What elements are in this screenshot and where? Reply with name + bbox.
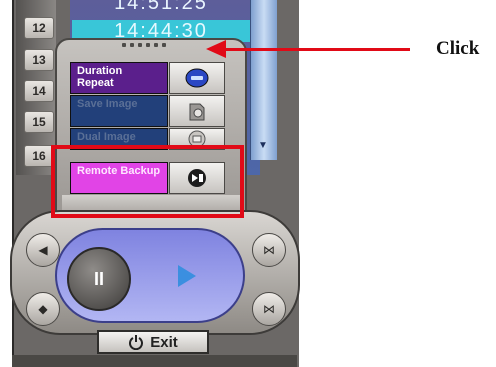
- scrollbar[interactable]: [250, 0, 277, 160]
- arrow-line: [224, 48, 410, 51]
- save-icon: [189, 103, 205, 121]
- fast-forward-icon: ⋈: [263, 243, 275, 257]
- channel-tab-16[interactable]: 16: [24, 145, 54, 167]
- popup-drag-handle[interactable]: [122, 41, 182, 49]
- time-entry[interactable]: 14:51:25: [72, 0, 250, 16]
- channel-tab-13[interactable]: 13: [24, 49, 54, 71]
- prev-icon: ◆: [38, 302, 48, 316]
- play-icon[interactable]: [178, 265, 196, 287]
- scroll-down-icon[interactable]: ▼: [255, 140, 271, 154]
- minimize-icon: [185, 68, 209, 88]
- pause-icon: II: [93, 268, 104, 289]
- channel-tab-15[interactable]: 15: [24, 111, 54, 133]
- channel-tab-14[interactable]: 14: [24, 80, 54, 102]
- duration-repeat-icon-button[interactable]: [169, 62, 225, 94]
- rewind-icon: ◀: [38, 243, 48, 257]
- duration-repeat-button[interactable]: Duration Repeat: [70, 62, 168, 94]
- save-image-icon-button[interactable]: [169, 95, 225, 127]
- bottom-strip: [12, 355, 297, 367]
- exit-label: Exit: [150, 333, 178, 351]
- next-icon: ⋈: [263, 302, 275, 316]
- prev-button[interactable]: ◆: [26, 292, 60, 326]
- next-button[interactable]: ⋈: [252, 292, 286, 326]
- exit-button[interactable]: Exit: [97, 330, 209, 354]
- save-image-button[interactable]: Save Image: [70, 95, 168, 127]
- channel-tab-12[interactable]: 12: [24, 17, 54, 39]
- click-annotation: Click: [436, 38, 480, 59]
- pause-button[interactable]: II: [67, 247, 131, 311]
- arrow-head-icon: [206, 40, 226, 58]
- fast-forward-button[interactable]: ⋈: [252, 233, 286, 267]
- power-icon: [129, 335, 144, 350]
- highlight-box: [51, 145, 244, 218]
- rewind-button[interactable]: ◀: [26, 233, 60, 267]
